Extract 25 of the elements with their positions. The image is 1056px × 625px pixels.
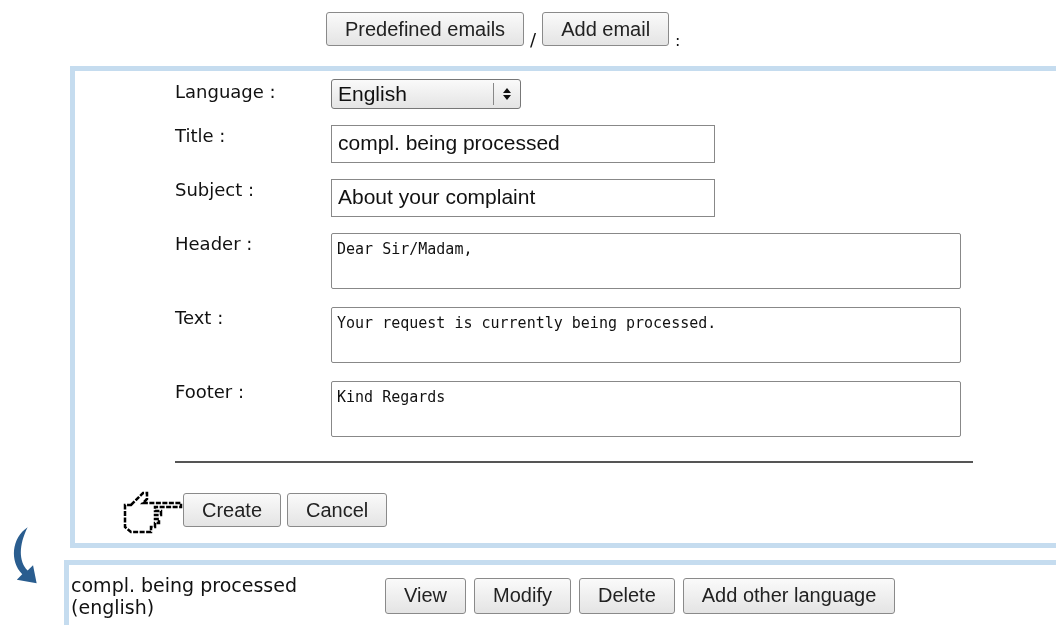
action-button[interactable]: Modify [474, 577, 571, 614]
form-button[interactable]: Create [183, 493, 282, 527]
field-label: Text : [174, 307, 225, 328]
field-label: Footer : [174, 381, 246, 402]
input-field[interactable]: About your complaint [331, 179, 715, 217]
pointing-hand-icon [121, 489, 185, 535]
text-area[interactable]: Dear Sir/Madam, [331, 233, 961, 289]
colon-text: : [675, 31, 681, 50]
field-label: Subject : [174, 179, 256, 200]
action-button[interactable]: View [385, 577, 467, 614]
top-button[interactable]: Predefined emails [326, 12, 525, 46]
input-field[interactable]: compl. being processed [331, 125, 715, 163]
field-label: Header : [174, 233, 254, 254]
separator-text: / [530, 29, 537, 50]
top-button[interactable]: Add email [542, 12, 670, 46]
text-area[interactable]: Your request is currently being processed. [331, 307, 961, 363]
text-area[interactable]: Kind Regards [331, 381, 961, 437]
up-down-icon [502, 87, 512, 101]
field-label: Title : [174, 125, 227, 146]
form-button[interactable]: Cancel [287, 493, 388, 527]
action-button[interactable]: Delete [578, 577, 675, 614]
field-label: Language : [174, 80, 277, 102]
email-name: compl. being processed (english) [71, 573, 298, 618]
language-select[interactable]: English [331, 79, 521, 109]
action-button[interactable]: Add other language [682, 577, 896, 614]
